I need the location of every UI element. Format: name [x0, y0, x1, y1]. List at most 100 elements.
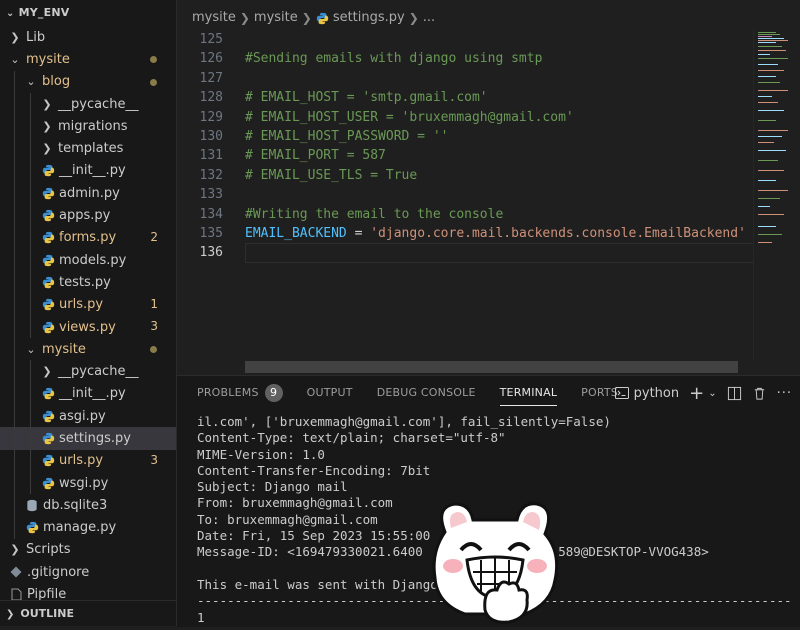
indent-guide — [14, 471, 15, 495]
tab-debug-console[interactable]: DEBUG CONSOLE — [377, 376, 476, 410]
minimap-line — [758, 130, 788, 131]
sidebar-item-mysite[interactable]: ⌄ mysite — [0, 48, 176, 70]
sidebar-item-mysite[interactable]: ⌄ mysite — [0, 338, 176, 361]
minimap-line — [758, 170, 784, 171]
minimap-line — [758, 120, 776, 121]
sidebar-item-tests-py[interactable]: tests.py — [0, 271, 176, 294]
code-line[interactable]: 131 # EMAIL_PORT = 587 — [177, 146, 752, 165]
sidebar-item-label: forms.py — [59, 230, 117, 246]
terminal-selector[interactable]: python — [614, 385, 679, 401]
code-line[interactable]: 135 EMAIL_BACKEND = 'django.core.mail.bac… — [177, 224, 752, 243]
sidebar-item-migrations[interactable]: ❯ migrations — [0, 115, 176, 138]
tab-terminal[interactable]: TERMINAL — [499, 376, 558, 410]
minimap-line — [758, 76, 776, 77]
problem-count-badge: 3 — [150, 452, 158, 467]
code-area[interactable]: 125 126 #Sending emails with django using … — [177, 30, 800, 365]
sidebar-item-forms-py[interactable]: forms.py 2 — [0, 226, 176, 249]
sidebar-item-settings-py[interactable]: settings.py — [0, 427, 176, 450]
code-line[interactable]: 127 — [177, 69, 752, 88]
indent-guide — [30, 115, 31, 138]
sidebar-item-init-py[interactable]: __init__.py — [0, 159, 176, 183]
minimap-line — [758, 110, 784, 111]
sidebar-item-db-sqlite3[interactable]: db.sqlite3 — [0, 494, 176, 517]
minimap-line — [758, 180, 776, 181]
sidebar-item-urls-py[interactable]: urls.py 1 — [0, 293, 176, 316]
chevron-down-icon[interactable]: ⌄ — [708, 388, 716, 399]
code-line[interactable]: 128 # EMAIL_HOST = 'smtp.gmail.com' — [177, 88, 752, 107]
tab-ports[interactable]: PORTS — [581, 376, 618, 410]
indent-guide — [30, 92, 31, 116]
code-line[interactable]: 132 # EMAIL_USE_TLS = True — [177, 166, 752, 185]
outline-section-header[interactable]: ❯ OUTLINE — [0, 600, 176, 626]
code-line[interactable]: 129 # EMAIL_HOST_USER = 'bruxemmagh@gmail… — [177, 108, 752, 127]
code-line[interactable]: 134 #Writing the email to the console — [177, 205, 752, 224]
sidebar-item-init-py[interactable]: __init__.py — [0, 382, 176, 406]
sidebar-item-models-py[interactable]: models.py — [0, 248, 176, 272]
minimap-line — [758, 142, 774, 143]
indent-guide — [30, 360, 31, 383]
indent-guide — [14, 293, 15, 316]
minimap-line — [758, 160, 778, 161]
indent-guide — [14, 204, 15, 227]
python-file-icon — [40, 321, 56, 334]
more-icon[interactable]: ··· — [777, 386, 792, 401]
minimap[interactable] — [753, 30, 800, 360]
tab-problems[interactable]: PROBLEMS 9 — [197, 376, 283, 410]
minimap-line — [758, 54, 770, 55]
python-file-icon — [40, 387, 56, 400]
python-file-icon — [40, 187, 56, 200]
indent-guide — [14, 494, 15, 517]
indent-guide — [30, 182, 31, 205]
code-line[interactable]: 133 — [177, 185, 752, 204]
sidebar-item-apps-py[interactable]: apps.py — [0, 204, 176, 227]
terminal-icon — [614, 385, 630, 401]
sidebar-item-label: models.py — [59, 252, 127, 268]
sidebar-item-blog[interactable]: ⌄ blog — [0, 70, 176, 93]
terminal-line: Content-Type: text/plain; charset="utf-8… — [197, 430, 506, 446]
code-editor: mysite ❯ mysite ❯ settings.py ❯ ... 125 1… — [177, 0, 800, 375]
chevron-down-icon: ⌄ — [10, 52, 20, 66]
line-text: # EMAIL_HOST = 'smtp.gmail.com' — [245, 88, 488, 107]
sidebar-item-templates[interactable]: ❯ templates — [0, 137, 176, 160]
line-number: 135 — [199, 225, 223, 241]
sidebar-item-label: mysite — [42, 341, 86, 357]
sidebar-item-pycache[interactable]: ❯ __pycache__ — [0, 92, 176, 116]
sidebar-item-label: tests.py — [59, 274, 111, 290]
sidebar-item-admin-py[interactable]: admin.py — [0, 182, 176, 205]
sidebar-item-pycache[interactable]: ❯ __pycache__ — [0, 360, 176, 383]
sidebar-item-asgi-py[interactable]: asgi.py — [0, 405, 176, 428]
sidebar-item-manage-py[interactable]: manage.py — [0, 516, 176, 539]
code-line[interactable]: 130 # EMAIL_HOST_PASSWORD = '' — [177, 127, 752, 146]
plus-icon[interactable]: + — [689, 383, 704, 404]
code-line[interactable]: 126 #Sending emails with django using smt… — [177, 49, 752, 68]
code-line[interactable]: 136 — [177, 243, 800, 263]
minimap-line — [758, 82, 780, 83]
sidebar-item-wsgi-py[interactable]: wsgi.py — [0, 471, 176, 495]
sidebar-item-scripts[interactable]: ❯ Scripts — [0, 539, 176, 561]
python-file-icon — [40, 432, 56, 445]
sidebar-item-label: views.py — [59, 319, 116, 335]
chevron-down-icon: ⌄ — [6, 8, 15, 19]
python-file-icon — [40, 254, 56, 267]
minimap-line — [758, 102, 778, 103]
line-number: 131 — [199, 148, 223, 164]
indent-guide — [14, 182, 15, 205]
indent-guide — [30, 293, 31, 316]
sidebar-item-lib[interactable]: ❯ Lib — [0, 26, 176, 48]
split-terminal-icon[interactable] — [727, 386, 742, 401]
trash-icon[interactable] — [752, 386, 767, 401]
horizontal-scrollbar[interactable] — [245, 361, 738, 373]
sidebar-item-gitignore[interactable]: .gitignore — [0, 561, 176, 583]
tab-output[interactable]: OUTPUT — [307, 376, 353, 410]
minimap-line — [758, 36, 772, 37]
explorer-root-header[interactable]: ⌄ MY_ENV — [0, 0, 176, 26]
code-token: # EMAIL_PORT = 587 — [245, 148, 386, 164]
sidebar-item-views-py[interactable]: views.py 3 — [0, 315, 176, 339]
line-number: 127 — [199, 70, 223, 86]
sidebar-item-label: .gitignore — [27, 564, 90, 580]
line-number: 126 — [199, 51, 223, 67]
line-number: 125 — [199, 32, 223, 47]
sidebar-item-urls-py[interactable]: urls.py 3 — [0, 449, 176, 472]
indent-guide — [14, 137, 15, 160]
code-line[interactable]: 125 — [177, 30, 752, 49]
